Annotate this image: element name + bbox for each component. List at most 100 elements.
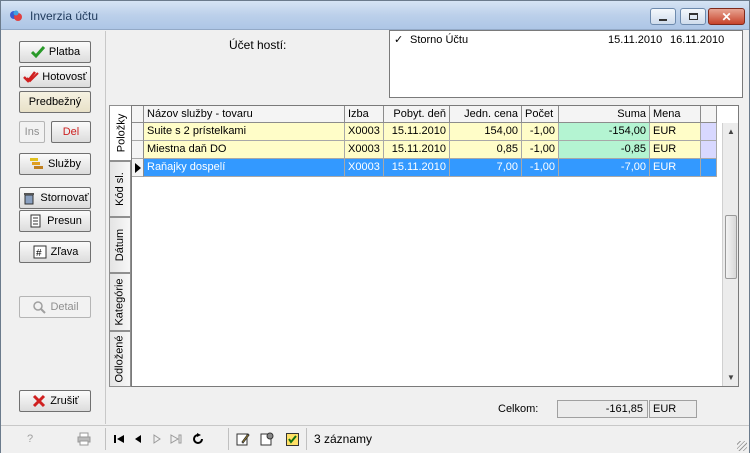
ucet-hosti-label: Účet hostí:: [229, 38, 287, 52]
stornovat-button[interactable]: Stornovať: [19, 187, 91, 209]
ins-button[interactable]: Ins: [19, 121, 45, 143]
presun-label: Presun: [47, 215, 82, 227]
col-header-jedn-cena[interactable]: Jedn. cena: [450, 106, 522, 123]
table-cell[interactable]: EUR: [650, 159, 701, 177]
first-record-icon[interactable]: [112, 432, 126, 446]
table-cell[interactable]: X0003: [345, 123, 384, 141]
zlava-button[interactable]: # Zľava: [19, 241, 91, 263]
col-header-pocet[interactable]: Počet: [522, 106, 559, 123]
vertical-tabs: Položky Kód sl. Dátum Kategórie Odložené: [109, 105, 132, 387]
tab-kategorie-label: Kategórie: [114, 278, 126, 326]
tab-kategorie[interactable]: Kategórie: [109, 273, 131, 331]
discount-icon: #: [32, 244, 48, 260]
table-cell[interactable]: 15.11.2010: [384, 159, 450, 177]
tab-odlozene[interactable]: Odložené: [109, 331, 131, 387]
row-indicator-current[interactable]: [132, 159, 144, 177]
zrusit-button[interactable]: Zrušiť: [19, 390, 91, 412]
zlava-label: Zľava: [50, 246, 79, 258]
record-count: 3 záznamy: [314, 432, 373, 446]
account-list[interactable]: ✓ Storno Účtu 15.11.2010 16.11.2010: [389, 30, 743, 98]
row-indicator[interactable]: [132, 123, 144, 141]
scroll-thumb[interactable]: [725, 215, 737, 279]
table-cell[interactable]: Miestna daň DO: [144, 141, 345, 159]
inverzia-window: Inverzia účtu ✕ Platba Hotovosť Predbežn…: [0, 0, 750, 453]
close-icon: ✕: [721, 9, 732, 24]
help-icon[interactable]: ?: [23, 432, 37, 446]
table-cell[interactable]: -7,00: [559, 159, 650, 177]
table-cell[interactable]: -154,00: [559, 123, 650, 141]
table-cell-marker: [701, 123, 717, 141]
table-cell[interactable]: EUR: [650, 141, 701, 159]
printer-icon[interactable]: [77, 432, 91, 446]
stornovat-label: Stornovať: [40, 192, 89, 204]
double-checkmark-icon: [23, 69, 39, 85]
maximize-icon: [688, 13, 698, 20]
table-cell[interactable]: 0,85: [450, 141, 522, 159]
x-icon: [31, 393, 47, 409]
status-separator: [306, 428, 307, 450]
table-cell-marker: [701, 141, 717, 159]
tab-kod-sl-label: Kód sl.: [114, 172, 127, 206]
table-cell[interactable]: 15.11.2010: [384, 123, 450, 141]
scroll-up-icon[interactable]: ▲: [723, 123, 738, 140]
sluzby-label: Služby: [47, 158, 82, 170]
del-button[interactable]: Del: [51, 121, 91, 143]
hotovost-button[interactable]: Hotovosť: [19, 66, 91, 88]
col-header-izba[interactable]: Izba: [345, 106, 384, 123]
maximize-button[interactable]: [680, 8, 706, 25]
account-entry-date-to: 16.11.2010: [670, 34, 725, 46]
tab-polozky[interactable]: Položky: [109, 105, 132, 161]
tab-datum[interactable]: Dátum: [109, 217, 131, 273]
edit-note-icon[interactable]: [236, 432, 250, 446]
tab-kod-sl[interactable]: Kód sl.: [109, 161, 131, 217]
col-header-nazov[interactable]: Názov služby - tovaru: [144, 106, 345, 123]
table-cell[interactable]: 15.11.2010: [384, 141, 450, 159]
table-cell[interactable]: Raňajky dospelí: [144, 159, 345, 177]
tab-odlozene-label: Odložené: [114, 335, 126, 383]
status-separator: [105, 428, 106, 450]
hotovost-label: Hotovosť: [42, 71, 87, 83]
minimize-button[interactable]: [650, 8, 676, 25]
row-indicator[interactable]: [132, 141, 144, 159]
magnifier-icon: [31, 299, 47, 315]
col-header-suma[interactable]: Suma: [559, 106, 650, 123]
svg-text:#: #: [36, 248, 42, 259]
table-cell[interactable]: EUR: [650, 123, 701, 141]
table-cell[interactable]: -1,00: [522, 123, 559, 141]
total-value: -161,85: [557, 400, 648, 418]
resize-grip-icon[interactable]: [737, 441, 747, 451]
trash-icon: [21, 190, 37, 206]
platba-button[interactable]: Platba: [19, 41, 91, 63]
items-grid[interactable]: Názov služby - tovaru Izba Pobyt. deň Je…: [131, 105, 739, 387]
detail-button[interactable]: Detail: [19, 296, 91, 318]
prev-record-icon[interactable]: [131, 432, 145, 446]
table-cell[interactable]: -1,00: [522, 141, 559, 159]
table-cell[interactable]: X0003: [345, 141, 384, 159]
last-record-icon[interactable]: [169, 432, 183, 446]
table-cell[interactable]: X0003: [345, 159, 384, 177]
minimize-icon: [659, 18, 667, 21]
next-record-icon[interactable]: [150, 432, 164, 446]
properties-icon[interactable]: [260, 432, 274, 446]
col-header-pobyt[interactable]: Pobyt. deň: [384, 106, 450, 123]
sluzby-button[interactable]: Služby: [19, 153, 91, 175]
close-button[interactable]: ✕: [708, 8, 745, 25]
table-cell[interactable]: 7,00: [450, 159, 522, 177]
table-cell[interactable]: 154,00: [450, 123, 522, 141]
grid-vertical-scrollbar[interactable]: ▲ ▼: [722, 123, 738, 386]
tab-datum-label: Dátum: [114, 228, 126, 262]
scroll-down-icon[interactable]: ▼: [723, 369, 738, 386]
table-cell[interactable]: -1,00: [522, 159, 559, 177]
presun-button[interactable]: Presun: [19, 210, 91, 232]
checkbox-icon[interactable]: [285, 432, 299, 446]
title-bar[interactable]: Inverzia účtu ✕: [1, 1, 749, 30]
table-cell[interactable]: -0,85: [559, 141, 650, 159]
table-cell[interactable]: Suite s 2 prístelkami: [144, 123, 345, 141]
col-header-extra: [701, 106, 717, 123]
predbezny-label: Predbežný: [28, 96, 82, 108]
account-list-item[interactable]: ✓ Storno Účtu 15.11.2010 16.11.2010: [394, 34, 740, 48]
refresh-icon[interactable]: [191, 432, 205, 446]
predbezny-button[interactable]: Predbežný: [19, 91, 91, 113]
status-bar: ? 3 záznamy: [1, 425, 749, 453]
col-header-mena[interactable]: Mena: [650, 106, 701, 123]
